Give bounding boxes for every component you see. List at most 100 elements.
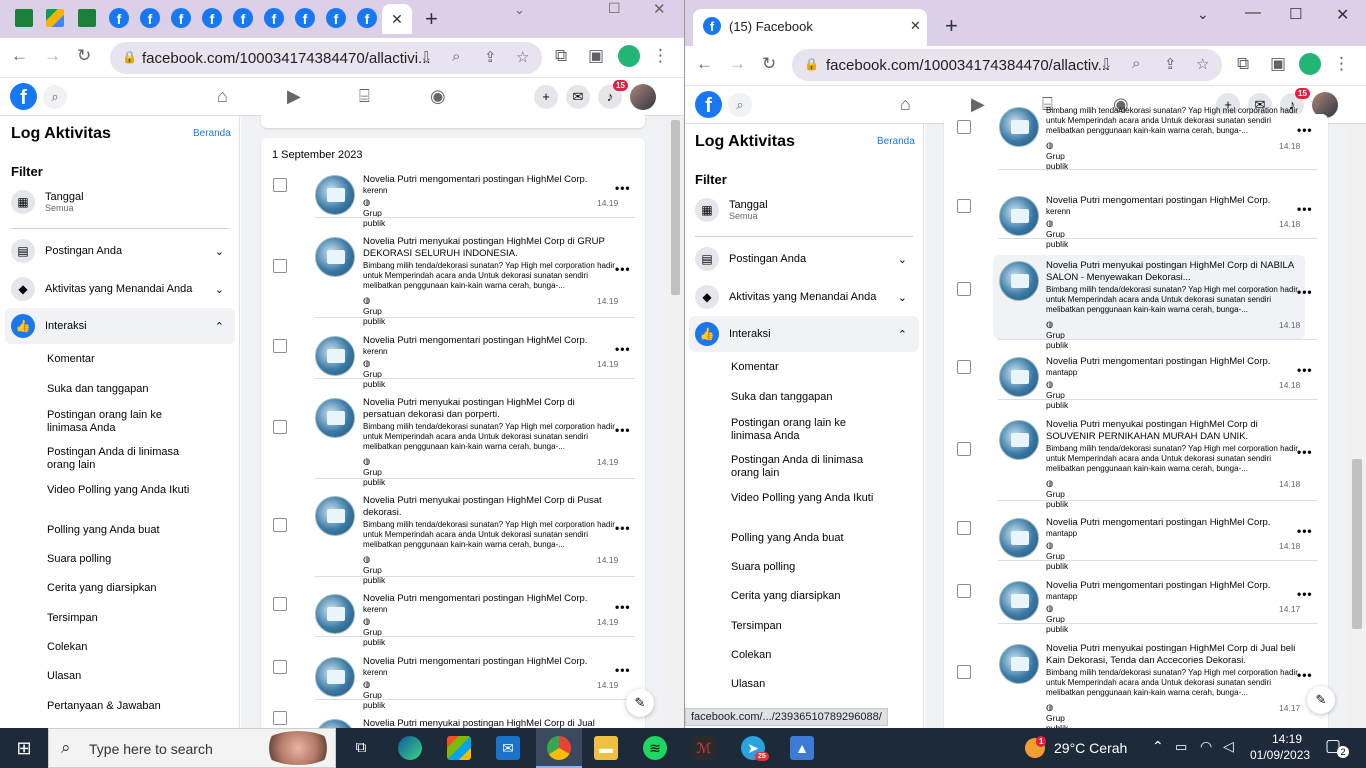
facebook-tab-icon[interactable]: f <box>109 8 129 28</box>
facebook-tab-icon[interactable]: f <box>171 8 191 28</box>
volume-icon[interactable]: ◁ <box>1223 738 1234 755</box>
post-thumbnail[interactable] <box>999 107 1039 147</box>
home-link[interactable]: Beranda <box>877 136 915 147</box>
date-filter[interactable]: ▦ Tanggal Semua <box>11 190 229 214</box>
spotify-icon[interactable]: ≋ <box>643 736 667 760</box>
scrollbar-thumb[interactable] <box>671 120 680 295</box>
watch-icon[interactable]: ▶ <box>971 94 985 115</box>
entry-options-icon[interactable]: ••• <box>1297 202 1313 216</box>
entry-title[interactable]: Novelia Putri menyukai postingan HighMel… <box>363 236 618 260</box>
entry-options-icon[interactable]: ••• <box>1297 123 1313 137</box>
entry-title[interactable]: Novelia Putri menyukai postingan HighMel… <box>1046 419 1301 443</box>
subitem-comments[interactable]: Komentar <box>731 361 779 374</box>
home-icon[interactable]: ⌂ <box>900 94 911 115</box>
post-thumbnail[interactable] <box>315 594 355 634</box>
tray-chevron-icon[interactable]: ⌃ <box>1152 738 1164 755</box>
url-omnibox[interactable]: 🔒 facebook.com/100034174384470/allactivi… <box>110 42 542 74</box>
scrollbar[interactable] <box>1348 124 1366 728</box>
entry-options-icon[interactable]: ••• <box>1297 668 1313 682</box>
zoom-icon[interactable]: ⌕ <box>1132 55 1140 72</box>
share-icon[interactable]: ⇪ <box>1164 55 1177 73</box>
task-view-icon[interactable]: ⧉ <box>349 736 373 760</box>
post-thumbnail[interactable] <box>315 398 355 438</box>
side-panel-icon[interactable]: ▣ <box>1270 54 1286 74</box>
section-interactions[interactable]: 👍 Interaksi ⌃ <box>11 314 224 338</box>
entry-title[interactable]: Novelia Putri mengomentari postingan Hig… <box>1046 356 1301 368</box>
entry-title[interactable]: Novelia Putri menyukai postingan HighMel… <box>363 718 618 728</box>
chrome-active[interactable] <box>536 728 582 768</box>
subitem-your-polls[interactable]: Polling yang Anda buat <box>47 524 160 537</box>
entry-options-icon[interactable]: ••• <box>1297 285 1313 299</box>
share-icon[interactable]: ⇪ <box>484 48 497 66</box>
subitem-your-polls[interactable]: Polling yang Anda buat <box>731 532 844 545</box>
post-thumbnail[interactable] <box>315 175 355 215</box>
post-thumbnail[interactable] <box>315 657 355 697</box>
subitem-reviews[interactable]: Ulasan <box>731 678 765 691</box>
entry-options-icon[interactable]: ••• <box>615 262 631 276</box>
select-checkbox[interactable] <box>273 597 287 611</box>
subitem-saved[interactable]: Tersimpan <box>47 612 98 625</box>
forward-icon[interactable]: → <box>44 46 61 66</box>
entry-title[interactable]: Novelia Putri mengomentari postingan Hig… <box>1046 517 1301 529</box>
subitem-archived-stories[interactable]: Cerita yang diarsipkan <box>47 582 156 595</box>
windows-start-icon[interactable]: ⊞ <box>12 736 36 760</box>
entry-options-icon[interactable]: ••• <box>1297 524 1313 538</box>
menu-dots-icon[interactable]: ⋮ <box>652 46 669 66</box>
entry-title[interactable]: Novelia Putri menyukai postingan HighMel… <box>363 397 618 421</box>
subitem-reviews[interactable]: Ulasan <box>47 670 81 683</box>
app-icon[interactable]: ℳ <box>692 736 716 760</box>
zoom-icon[interactable]: ⌕ <box>452 48 460 65</box>
entry-title[interactable]: Novelia Putri mengomentari postingan Hig… <box>1046 580 1301 592</box>
post-thumbnail[interactable] <box>999 420 1039 460</box>
watch-icon[interactable]: ▶ <box>287 86 301 107</box>
minimize-icon[interactable]: — <box>1245 4 1261 22</box>
back-icon[interactable]: ← <box>696 54 713 74</box>
back-icon[interactable]: ← <box>11 46 28 66</box>
facebook-logo[interactable]: f <box>695 91 722 118</box>
compose-button[interactable]: ✎ <box>626 689 654 717</box>
compose-button[interactable]: ✎ <box>1307 686 1335 714</box>
select-checkbox[interactable] <box>273 259 287 273</box>
subitem-video-polls[interactable]: Video Polling yang Anda Ikuti <box>731 492 881 505</box>
active-tab[interactable]: f (15) Facebook ✕ <box>693 9 927 46</box>
select-checkbox[interactable] <box>273 339 287 353</box>
select-checkbox[interactable] <box>273 518 287 532</box>
tab-search-icon[interactable]: ⌄ <box>514 2 525 18</box>
section-tagged-activity[interactable]: ◆ Aktivitas yang Menandai Anda ⌄ <box>11 277 224 301</box>
maximize-icon[interactable]: ☐ <box>608 0 621 17</box>
post-thumbnail[interactable] <box>315 496 355 536</box>
select-checkbox[interactable] <box>273 711 287 725</box>
maximize-icon[interactable]: ☐ <box>1289 5 1302 23</box>
post-thumbnail[interactable] <box>315 336 355 376</box>
subitem-saved[interactable]: Tersimpan <box>731 620 782 633</box>
bookmark-star-icon[interactable]: ☆ <box>516 48 529 66</box>
section-interactions[interactable]: 👍 Interaksi ⌃ <box>695 322 907 346</box>
install-icon[interactable]: ⇩ <box>420 48 433 66</box>
select-checkbox[interactable] <box>273 660 287 674</box>
subitem-video-polls[interactable]: Video Polling yang Anda Ikuti <box>47 484 197 497</box>
file-explorer-icon[interactable]: ▬ <box>594 736 618 760</box>
facebook-tab-icon[interactable]: f <box>264 8 284 28</box>
marketplace-icon[interactable]: ⌸ <box>359 86 370 107</box>
entry-options-icon[interactable]: ••• <box>615 342 631 356</box>
select-checkbox[interactable] <box>957 521 971 535</box>
entry-title[interactable]: Novelia Putri menyukai postingan HighMel… <box>363 495 618 519</box>
search-icon[interactable]: ⌕ <box>43 85 67 109</box>
subitem-poll-votes[interactable]: Suara polling <box>47 553 111 566</box>
subitem-your-posts-others[interactable]: Postingan Anda di linimasa orang lain <box>731 454 881 480</box>
entry-title[interactable]: Novelia Putri mengomentari postingan Hig… <box>1046 195 1301 207</box>
subitem-others-posts[interactable]: Postingan orang lain ke linimasa Anda <box>47 409 197 435</box>
weather-text[interactable]: 29°C Cerah <box>1054 740 1127 756</box>
mail-icon[interactable]: ✉ <box>496 736 520 760</box>
select-checkbox[interactable] <box>957 199 971 213</box>
home-icon[interactable]: ⌂ <box>217 86 228 107</box>
new-tab-button[interactable]: + <box>945 13 958 39</box>
subitem-pokes[interactable]: Colekan <box>47 641 87 654</box>
post-thumbnail[interactable] <box>999 196 1039 236</box>
date-filter[interactable]: ▦ Tanggal Semua <box>695 198 913 222</box>
close-tab-button[interactable]: ✕ <box>382 4 412 34</box>
entry-options-icon[interactable]: ••• <box>1297 363 1313 377</box>
subitem-likes[interactable]: Suka dan tanggapan <box>731 391 833 404</box>
extensions-icon[interactable]: ⧉ <box>555 46 567 66</box>
select-checkbox[interactable] <box>957 120 971 134</box>
